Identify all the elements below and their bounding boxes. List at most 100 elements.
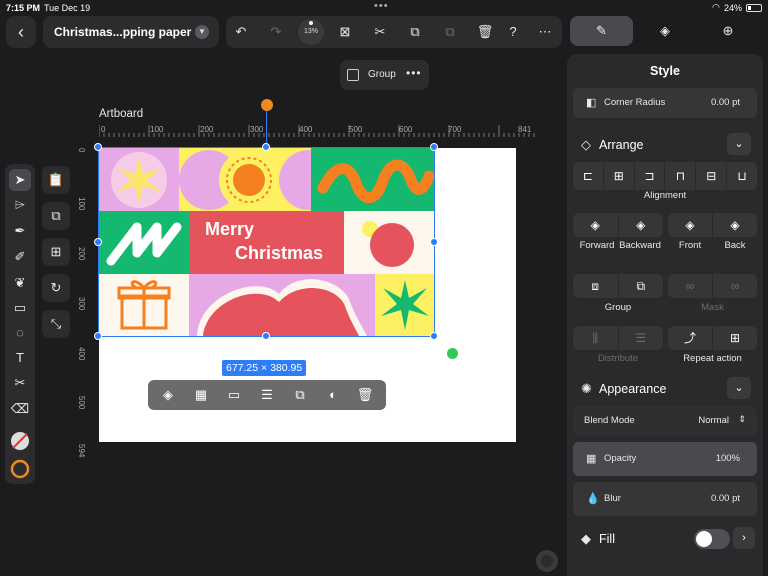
scale-icon[interactable]: ⤡: [42, 310, 70, 338]
duplicate-icon[interactable]: ⧉: [42, 202, 70, 230]
paste-icon[interactable]: ⧉: [441, 23, 459, 41]
tick-label: 100: [77, 197, 86, 211]
scissors-tool-icon[interactable]: ✂: [9, 372, 31, 394]
eraser-tool-icon[interactable]: ⌫: [9, 398, 31, 420]
brush-icon: ✎: [596, 23, 607, 38]
resize-handle-bottom-right[interactable]: [430, 332, 438, 340]
resize-handle-right[interactable]: [430, 238, 438, 246]
ungroup-icon[interactable]: ⧉: [619, 274, 664, 298]
backward-icon[interactable]: ◈: [619, 213, 664, 237]
resize-handle-bottom[interactable]: [262, 332, 270, 340]
delete-icon[interactable]: 🗑: [476, 23, 494, 41]
shape-tool-icon[interactable]: ▭: [9, 297, 31, 319]
ungroup-icon[interactable]: ⧉: [291, 386, 309, 404]
undo-icon[interactable]: ↶: [232, 23, 250, 41]
clipboard-icon[interactable]: 📋: [42, 166, 70, 194]
align-center-h-icon[interactable]: ⊞: [604, 162, 635, 190]
appearance-header[interactable]: ✺ Appearance ⌄: [573, 374, 757, 404]
chevron-right-icon[interactable]: ›: [733, 527, 755, 549]
stroke-color-icon[interactable]: [9, 458, 31, 480]
zoom-indicator[interactable]: 13%: [298, 19, 324, 45]
align-right-icon[interactable]: ⊐: [635, 162, 666, 190]
group-icon[interactable]: ⧈: [573, 274, 619, 298]
fill-toggle[interactable]: [694, 529, 730, 549]
lasso-tool-icon[interactable]: ◌: [9, 322, 31, 344]
transform-icon[interactable]: ⊞: [42, 238, 70, 266]
resize-handle-top-left[interactable]: [94, 143, 102, 151]
front-label: Front: [678, 240, 702, 251]
corner-radius-row[interactable]: ◧ Corner Radius 0.00 pt: [573, 88, 757, 118]
chevron-updown-icon: ⇕: [738, 414, 746, 424]
rotate-icon[interactable]: ↻: [42, 274, 70, 302]
corner-radius-value[interactable]: 0.00 pt: [711, 97, 740, 108]
app-window: 7:15 PM Tue Dec 19 ••• ◠ 24% ‹ Christmas…: [0, 0, 768, 576]
back-button[interactable]: ‹: [6, 16, 36, 48]
tab-add[interactable]: ⊕: [697, 16, 759, 46]
pivot-point[interactable]: [447, 348, 458, 359]
distribute-icon[interactable]: ☰: [258, 386, 276, 404]
opacity-value[interactable]: 100%: [716, 453, 740, 464]
more-icon[interactable]: •••: [406, 66, 422, 80]
arrange-header[interactable]: ◇ Arrange ⌄: [573, 130, 757, 160]
text-tool-icon[interactable]: T: [9, 347, 31, 369]
tab-style[interactable]: ✎: [570, 16, 633, 46]
select-tool-icon[interactable]: ➤: [9, 169, 31, 191]
document-title-button[interactable]: Christmas...pping paper ▼: [43, 16, 219, 48]
blur-row[interactable]: 💧 Blur 0.00 pt: [573, 482, 757, 516]
chevron-down-icon[interactable]: ⌄: [727, 133, 751, 155]
fill-title: Fill: [599, 532, 615, 546]
selection-chip[interactable]: Group •••: [340, 60, 429, 90]
back-icon[interactable]: ◈: [713, 213, 757, 237]
fill-header[interactable]: ◆ Fill ›: [573, 524, 757, 554]
resize-handle-top-right[interactable]: [430, 143, 438, 151]
opacity-row[interactable]: ▦ Opacity 100%: [573, 442, 757, 476]
align-bottom-icon[interactable]: ⊔: [727, 162, 757, 190]
multitask-dots-icon[interactable]: •••: [374, 0, 389, 12]
forward-label: Forward: [579, 240, 615, 251]
floating-action-button[interactable]: [536, 550, 558, 572]
mask-icon[interactable]: ◐: [324, 386, 342, 404]
redo-icon[interactable]: ↷: [267, 23, 285, 41]
mask-icon[interactable]: ∞: [668, 274, 713, 298]
brush-tool-icon[interactable]: ❦: [9, 272, 31, 294]
blend-mode-value[interactable]: Normal: [698, 415, 729, 426]
selection-bounding-box[interactable]: [98, 147, 435, 337]
more-icon[interactable]: ⋯: [536, 23, 554, 41]
tick-label: 0: [101, 125, 106, 134]
forward-icon[interactable]: ◈: [573, 213, 619, 237]
chevron-down-icon[interactable]: ⌄: [727, 377, 751, 399]
blend-mode-row[interactable]: Blend Mode Normal ⇕: [573, 406, 757, 436]
tick-label: 500: [77, 396, 86, 410]
copy-icon[interactable]: ⧉: [406, 23, 424, 41]
pencil-tool-icon[interactable]: ✐: [9, 246, 31, 268]
arrange-icon[interactable]: ▭: [225, 386, 243, 404]
direct-select-tool-icon[interactable]: ⌲: [9, 194, 31, 216]
layers-icon: ◈: [660, 23, 670, 38]
fill-color-none-icon[interactable]: [9, 430, 31, 452]
resize-handle-top[interactable]: [262, 143, 270, 151]
distribute-v-icon[interactable]: ☰: [619, 326, 664, 350]
layers-icon[interactable]: ◈: [159, 386, 177, 404]
align-left-icon[interactable]: ⊏: [573, 162, 604, 190]
distribute-buttons: ⫼ ☰: [573, 326, 663, 350]
transparency-icon[interactable]: ▦: [192, 386, 210, 404]
unmask-icon[interactable]: ∞: [713, 274, 757, 298]
rotation-handle[interactable]: [261, 99, 273, 111]
tick-label: 100: [150, 125, 164, 134]
distribute-h-icon[interactable]: ⫼: [573, 326, 619, 350]
tab-layers[interactable]: ◈: [634, 16, 696, 46]
repeat-icon[interactable]: ⤴: [668, 326, 713, 350]
help-icon[interactable]: ?: [504, 23, 522, 41]
delete-icon[interactable]: 🗑: [356, 386, 374, 404]
resize-handle-left[interactable]: [94, 238, 102, 246]
resize-handle-bottom-left[interactable]: [94, 332, 102, 340]
blur-value[interactable]: 0.00 pt: [711, 493, 740, 504]
cut-icon[interactable]: ✂: [371, 23, 389, 41]
crop-icon[interactable]: ⊠: [336, 23, 354, 41]
artboard-label: Artboard: [99, 108, 144, 120]
align-center-v-icon[interactable]: ⊟: [696, 162, 728, 190]
front-icon[interactable]: ◈: [668, 213, 713, 237]
align-top-icon[interactable]: ⊓: [665, 162, 697, 190]
repeat-add-icon[interactable]: ⊞: [713, 326, 757, 350]
pen-tool-icon[interactable]: ✒: [9, 220, 31, 242]
